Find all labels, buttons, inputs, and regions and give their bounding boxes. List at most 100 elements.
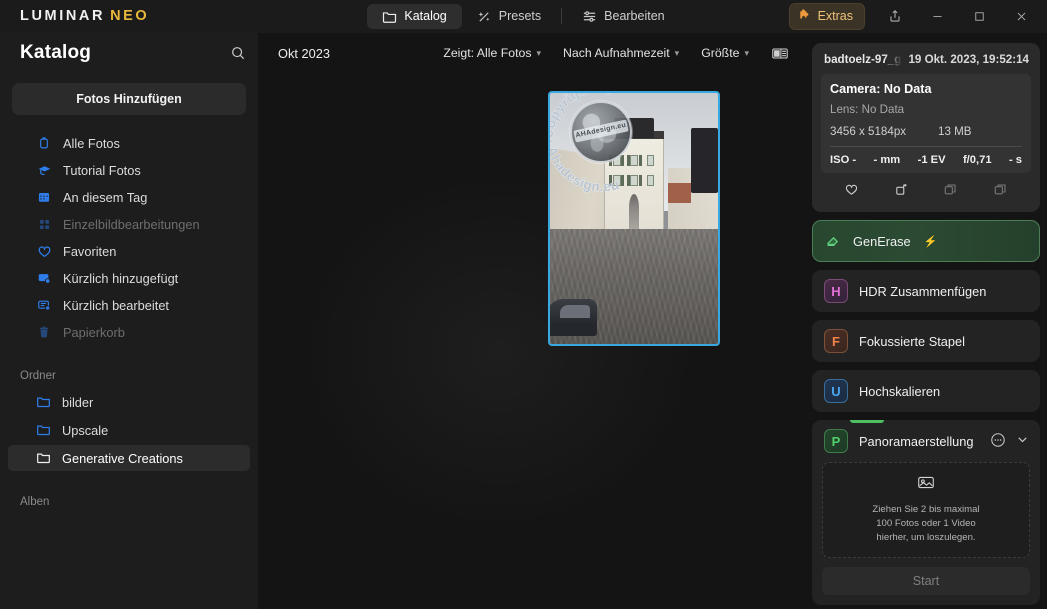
dropzone-line-3: hierher, um loszulegen. <box>876 531 976 543</box>
window-controls: Extras <box>788 1 1047 31</box>
tab-presets[interactable]: Presets <box>462 4 556 29</box>
share-button[interactable] <box>875 1 915 31</box>
folder-item-bilder[interactable]: bilder <box>8 389 250 415</box>
sidebar-item-label: Kürzlich bearbeitet <box>63 297 169 313</box>
exif-row: ISO - - mm -1 EV f/0,71 - s <box>830 146 1022 166</box>
tab-bearbeiten-label: Bearbeiten <box>604 9 665 23</box>
heart-icon <box>36 243 52 259</box>
sidebar-item-alle-fotos[interactable]: Alle Fotos <box>8 130 250 156</box>
sparkle-icon <box>477 9 492 24</box>
start-label: Start <box>912 573 940 588</box>
tab-bearbeiten[interactable]: Bearbeiten <box>567 4 679 29</box>
eraser-icon <box>825 231 842 251</box>
sidebar-item-papierkorb[interactable]: Papierkorb <box>8 319 250 345</box>
tool-card-upscale[interactable]: U Hochskalieren <box>812 370 1040 412</box>
folders-section-label: Ordner <box>20 370 56 382</box>
favorite-button[interactable] <box>844 182 859 202</box>
sliders-icon <box>582 9 597 24</box>
filter-sort[interactable]: Nach Aufnahmezeit ▾ <box>563 46 679 60</box>
panorama-badge-icon: P <box>824 429 848 453</box>
photo-thumbnail[interactable]: AHAdesign.eu Copyright by · <box>548 91 720 346</box>
photos-icon <box>36 135 52 151</box>
title-bar: LUMINAR NEO Katalog Presets Bearbeiten E… <box>0 0 1047 33</box>
sidebar-item-kuerzlich-hinzugefuegt[interactable]: Kürzlich hinzugefügt <box>8 265 250 291</box>
sidebar-item-einzelbildbearbeitungen[interactable]: Einzelbildbearbeitungen <box>8 211 250 237</box>
tool-label: GenErase <box>853 233 911 249</box>
panorama-dropzone[interactable]: Ziehen Sie 2 bis maximal 100 Fotos oder … <box>822 462 1030 558</box>
page-title: Katalog <box>20 42 92 63</box>
sidebar-item-label: An diesem Tag <box>63 189 148 205</box>
maximize-button[interactable] <box>959 1 999 31</box>
chevron-down-icon: ▾ <box>536 48 542 58</box>
more-options-button[interactable] <box>990 432 1006 451</box>
add-photos-button[interactable]: Fotos Hinzufügen <box>12 83 246 115</box>
folder-icon <box>36 394 52 410</box>
copy-stack-icon <box>994 184 1006 195</box>
sidebar-item-label: Papierkorb <box>63 324 125 340</box>
calendar-icon <box>36 189 52 205</box>
bolt-icon: ⚡ <box>923 235 938 248</box>
photo-grid: AHAdesign.eu Copyright by · <box>258 73 805 609</box>
folder-icon <box>36 422 52 438</box>
panorama-header[interactable]: P Panoramaerstellung <box>812 420 1040 462</box>
dimensions-row: 3456 x 5184px 13 MB <box>830 125 1022 138</box>
folder-label: Generative Creations <box>62 450 183 466</box>
stack-button[interactable] <box>943 182 958 202</box>
date-label: Okt 2023 <box>278 45 330 61</box>
filter-size-label: Größte <box>701 46 740 60</box>
view-toggle-button[interactable] <box>771 46 789 61</box>
app-logo: LUMINAR NEO <box>0 8 149 24</box>
sidebar-item-favoriten[interactable]: Favoriten <box>8 238 250 264</box>
tool-card-generase[interactable]: GenErase ⚡ <box>812 220 1040 262</box>
sidebar-header: Katalog <box>0 33 258 73</box>
graduation-cap-icon <box>36 162 52 178</box>
folder-icon <box>382 9 397 24</box>
search-button[interactable] <box>230 45 246 61</box>
folder-label: bilder <box>62 394 94 410</box>
sidebar-item-kuerzlich-bearbeitet[interactable]: Kürzlich bearbeitet <box>8 292 250 318</box>
collapse-button[interactable] <box>1015 432 1030 450</box>
tool-card-hdr[interactable]: H HDR Zusammenfügen <box>812 270 1040 312</box>
photo-thumbnail-wrapper[interactable]: AHAdesign.eu Copyright by · <box>548 91 720 346</box>
focus-badge-icon: F <box>824 329 848 353</box>
minimize-button[interactable] <box>917 1 957 31</box>
panorama-title: Panoramaerstellung <box>859 433 974 449</box>
right-panel: badtoelz-97_genErase 19 Okt. 2023, 19:52… <box>805 33 1047 609</box>
folder-label: Upscale <box>62 422 109 438</box>
photo-datetime: 19 Okt. 2023, 19:52:14 <box>908 53 1029 66</box>
lens-info: Lens: No Data <box>830 103 905 116</box>
photo-dimensions: 3456 x 5184px <box>830 125 907 138</box>
exif-focal: - mm <box>873 154 901 166</box>
hdr-badge-icon: H <box>824 279 848 303</box>
folder-item-generative-creations[interactable]: Generative Creations <box>8 445 250 471</box>
tab-katalog[interactable]: Katalog <box>367 3 462 29</box>
panorama-start-button[interactable]: Start <box>822 566 1030 595</box>
metadata-actions <box>821 173 1031 210</box>
sidebar-item-label: Einzelbildbearbeitungen <box>63 216 200 232</box>
filter-show-label: Zeigt: Alle Fotos <box>443 46 532 60</box>
albums-section-label: Alben <box>20 496 50 508</box>
rotate-button[interactable] <box>894 182 909 202</box>
copy-stack-button[interactable] <box>993 182 1008 202</box>
tool-card-focus-stacking[interactable]: F Fokussierte Stapel <box>812 320 1040 362</box>
sidebar-item-tutorial-fotos[interactable]: Tutorial Fotos <box>8 157 250 183</box>
chevron-down-icon <box>1018 437 1027 443</box>
filter-show[interactable]: Zeigt: Alle Fotos ▾ <box>443 46 541 60</box>
recent-added-icon <box>36 270 52 286</box>
extras-button[interactable]: Extras <box>788 2 865 30</box>
exif-aperture: f/0,71 <box>962 154 992 166</box>
search-icon <box>232 47 245 60</box>
extras-label: Extras <box>817 9 853 23</box>
folder-icon <box>36 450 52 466</box>
tool-card-panorama: P Panoramaerstellung Ziehen Sie 2 bis ma… <box>812 420 1040 605</box>
sidebar-item-an-diesem-tag[interactable]: An diesem Tag <box>8 184 250 210</box>
main-content: Okt 2023 Zeigt: Alle Fotos ▾ Nach Aufnah… <box>258 33 805 609</box>
exif-iso: ISO - <box>830 154 857 166</box>
photo-image <box>550 93 718 344</box>
filter-size[interactable]: Größte ▾ <box>701 46 749 60</box>
dropzone-line-1: Ziehen Sie 2 bis maximal <box>872 504 980 515</box>
close-button[interactable] <box>1001 1 1041 31</box>
sidebar-item-label: Alle Fotos <box>63 135 120 151</box>
heart-icon <box>846 184 858 195</box>
folder-item-upscale[interactable]: Upscale <box>8 417 250 443</box>
